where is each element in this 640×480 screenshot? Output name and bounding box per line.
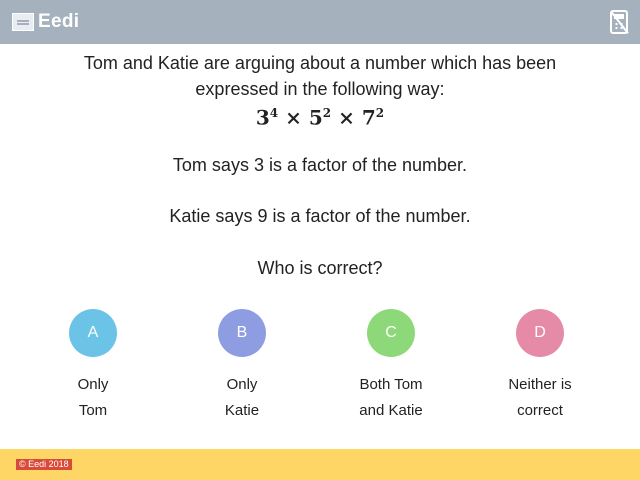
- brand-name: Eedi: [38, 11, 80, 32]
- option-c-line-2: and Katie: [359, 402, 423, 419]
- eedi-logo: Eedi: [12, 11, 79, 33]
- formula-exponent-3: 2: [375, 106, 385, 120]
- option-d[interactable]: D Neither is correct: [480, 309, 600, 424]
- formula-times-2: ×: [338, 105, 355, 130]
- question-formula: 34 × 52 × 72: [20, 100, 620, 131]
- option-c-line-1: Both Tom: [359, 376, 423, 393]
- formula-base-3: 7: [361, 105, 376, 130]
- footer-bar: © Eedi 2018: [0, 449, 640, 480]
- formula-base-1: 3: [255, 105, 270, 130]
- option-a-label: Only Tom: [33, 372, 153, 424]
- option-d-label: Neither is correct: [480, 372, 600, 424]
- option-d-circle[interactable]: D: [516, 309, 564, 357]
- header-bar: Eedi: [0, 0, 640, 44]
- formula-exponent-1: 4: [269, 106, 279, 120]
- option-a-line-2: Tom: [78, 402, 108, 419]
- option-c-circle[interactable]: C: [367, 309, 415, 357]
- option-d-line-1: Neither is: [508, 376, 572, 393]
- question-prompt: Who is correct?: [257, 258, 383, 278]
- formula-times-1: ×: [285, 105, 302, 130]
- option-b-line-2: Katie: [224, 402, 260, 419]
- tom-statement: Tom says 3 is a factor of the number.: [172, 155, 468, 175]
- question-line-1: Tom and Katie are arguing about a number…: [83, 53, 557, 73]
- formula-base-2: 5: [308, 105, 323, 130]
- option-d-line-2: correct: [517, 402, 563, 419]
- option-b-circle[interactable]: B: [218, 309, 266, 357]
- option-b[interactable]: B Only Katie: [182, 309, 302, 424]
- formula-exponent-2: 2: [322, 106, 332, 120]
- option-a[interactable]: A Only Tom: [33, 309, 153, 424]
- eedi-logo-icon: [12, 13, 34, 31]
- calculator-disabled-icon: [610, 10, 629, 34]
- question-line-2: expressed in the following way:: [195, 79, 445, 99]
- option-a-line-1: Only: [77, 376, 109, 393]
- question-intro: Tom and Katie are arguing about a number…: [20, 50, 620, 102]
- katie-statement: Katie says 9 is a factor of the number.: [169, 206, 471, 226]
- option-a-circle[interactable]: A: [69, 309, 117, 357]
- copyright-text: © Eedi 2018: [16, 459, 72, 470]
- option-c-label: Both Tom and Katie: [331, 372, 451, 424]
- option-b-label: Only Katie: [182, 372, 302, 424]
- option-c[interactable]: C Both Tom and Katie: [331, 309, 451, 424]
- option-b-line-1: Only: [226, 376, 258, 393]
